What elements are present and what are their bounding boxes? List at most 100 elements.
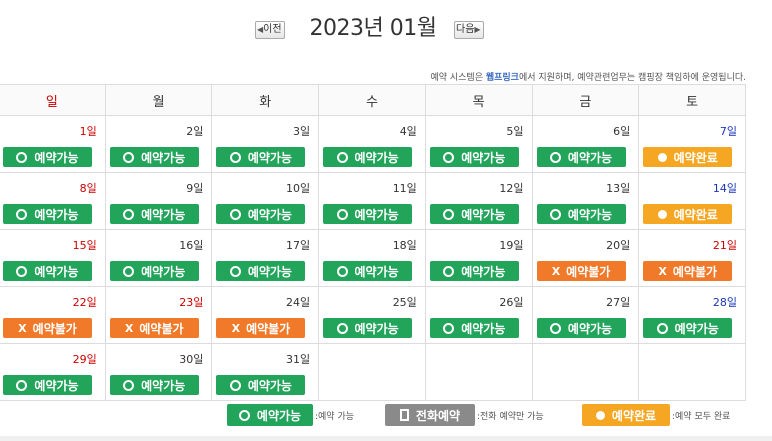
- reservation-status-button[interactable]: 예약가능: [3, 375, 92, 395]
- legend-phone-text: :전화 예약만 가능: [477, 412, 544, 422]
- status-label: 예약가능: [461, 321, 506, 336]
- day-number: 25일: [392, 296, 417, 309]
- circle-icon: [336, 322, 348, 334]
- reservation-status-button[interactable]: 예약가능: [109, 375, 199, 395]
- status-label: 예약가능: [567, 150, 613, 165]
- x-icon: X: [551, 264, 561, 278]
- day-number: 14일: [712, 182, 737, 195]
- reservation-status-button[interactable]: 예약가능: [109, 204, 199, 224]
- circle-icon: [123, 208, 135, 220]
- prev-month-label: 이전: [263, 24, 282, 35]
- day-number: 11일: [392, 182, 417, 195]
- status-label: 예약완료: [673, 207, 718, 222]
- reservation-status-button[interactable]: X 예약불가: [216, 318, 306, 338]
- x-icon: X: [124, 321, 134, 335]
- calendar-week-row: 15일 예약가능 16일 예약가능 17일 예약가능 18일 예약가능 19일 예약가능 20일 X 예…: [0, 229, 746, 287]
- calendar-empty-cell: [424, 343, 533, 401]
- reservation-status-button[interactable]: 예약가능: [3, 204, 92, 224]
- reservation-status-button[interactable]: 예약가능: [109, 147, 199, 167]
- reservation-status-button[interactable]: 예약가능: [536, 204, 626, 224]
- circle-icon: [16, 208, 28, 220]
- reservation-status-button[interactable]: 예약가능: [429, 318, 519, 338]
- reservation-status-button[interactable]: X 예약불가: [109, 318, 199, 338]
- weekday-header: 일: [0, 84, 106, 116]
- day-number: 18일: [392, 239, 417, 252]
- weekday-header: 목: [424, 84, 533, 116]
- calendar-day-cell: 16일 예약가능: [104, 229, 213, 287]
- circle-icon: [16, 379, 28, 391]
- calendar-empty-cell: [531, 343, 640, 401]
- next-month-label: 다음: [456, 24, 475, 35]
- circle-icon: [443, 208, 455, 220]
- day-number: 15일: [72, 239, 97, 252]
- reservation-status-button[interactable]: 예약가능: [216, 375, 306, 395]
- system-notice: 예약 시스템은 웹프링크에서 지원하며, 예약관련업무는 캠핑장 책임하에 운영…: [430, 70, 746, 83]
- status-label: 예약불가: [139, 321, 184, 336]
- reservation-status-button[interactable]: 예약가능: [536, 318, 626, 338]
- x-icon: X: [18, 321, 27, 335]
- circle-icon: [443, 265, 455, 277]
- day-number: 22일: [72, 296, 97, 309]
- circle-icon: [336, 208, 348, 220]
- reservation-status-button[interactable]: 예약가능: [643, 318, 733, 338]
- calendar-day-cell: 18일예약가능: [318, 229, 426, 287]
- reservation-status-button[interactable]: 예약가능: [216, 261, 306, 281]
- calendar-day-cell: 19일예약가능: [424, 229, 533, 287]
- calendar-day-cell: 28일예약가능: [638, 286, 746, 344]
- calendar-body: 1일 예약가능 2일 예약가능 3일 예약가능 4일 예약가능 5일 예약가능 6일 예약가능 7일 예약…: [0, 115, 746, 401]
- notice-brand-link[interactable]: 웹프링크: [486, 73, 519, 83]
- reservation-status-button[interactable]: 예약가능: [3, 147, 92, 167]
- calendar-day-cell: 23일 X 예약불가: [104, 286, 213, 344]
- reservation-status-button[interactable]: 예약가능: [429, 261, 519, 281]
- status-label: 예약가능: [461, 264, 506, 279]
- calendar-day-cell: 4일 예약가능: [318, 115, 426, 173]
- calendar-day-cell: 1일 예약가능: [0, 115, 106, 173]
- calendar-day-cell: 17일 예약가능: [211, 229, 320, 287]
- day-number: 19일: [499, 239, 524, 252]
- reservation-status-button[interactable]: 예약가능: [536, 147, 626, 167]
- legend-done-text: :예약 모두 완료: [672, 412, 731, 422]
- day-number: 28일: [712, 296, 737, 309]
- calendar-day-cell: 2일 예약가능: [104, 115, 213, 173]
- weekday-header: 월: [104, 84, 213, 116]
- circle-icon: [229, 208, 241, 220]
- next-month-button[interactable]: 다음▶: [454, 21, 484, 39]
- day-number: 3일: [292, 125, 311, 138]
- weekday-header-row: 일 월 화 수 목 금 토: [0, 84, 746, 116]
- circle-icon: [656, 322, 668, 334]
- status-label: 예약불가: [246, 321, 291, 336]
- legend-available-text: :예약 가능: [315, 412, 355, 422]
- calendar-day-cell: 30일 예약가능: [104, 343, 213, 401]
- month-title: 2023년 01월: [309, 16, 437, 41]
- status-label: 예약가능: [354, 207, 399, 222]
- reservation-status-button[interactable]: 예약가능: [109, 261, 199, 281]
- circle-icon: [229, 379, 241, 391]
- calendar-week-row: 22일 X 예약불가 23일 X 예약불가 24일 X 예약불가 25일 예약가능 26일 예약가능 27…: [0, 286, 746, 344]
- reservation-status-button[interactable]: 예약가능: [429, 147, 519, 167]
- reservation-status-button[interactable]: 예약가능: [323, 147, 413, 167]
- calendar-day-cell: 7일 예약완료: [638, 115, 746, 173]
- day-number: 6일: [613, 125, 631, 138]
- day-number: 31일: [285, 353, 311, 366]
- status-label: 예약가능: [141, 378, 186, 393]
- reservation-status-button[interactable]: X 예약불가: [643, 261, 733, 281]
- reservation-status-button[interactable]: 예약완료: [643, 204, 733, 224]
- circle-icon: [123, 265, 135, 277]
- reservation-status-button[interactable]: X 예약불가: [3, 318, 92, 338]
- status-label: 예약가능: [34, 264, 79, 279]
- weekday-header: 수: [318, 84, 426, 116]
- reservation-status-button[interactable]: 예약가능: [323, 318, 413, 338]
- reservation-status-button[interactable]: 예약가능: [323, 261, 413, 281]
- reservation-status-button[interactable]: 예약가능: [323, 204, 413, 224]
- day-number: 20일: [606, 239, 631, 252]
- reservation-status-button[interactable]: X 예약불가: [536, 261, 626, 281]
- status-label: 예약불가: [672, 264, 718, 279]
- reservation-status-button[interactable]: 예약가능: [216, 204, 306, 224]
- day-number: 29일: [72, 353, 97, 366]
- reservation-status-button[interactable]: 예약가능: [3, 261, 92, 281]
- reservation-status-button[interactable]: 예약가능: [216, 147, 306, 167]
- reservation-status-button[interactable]: 예약완료: [643, 147, 733, 167]
- prev-month-button[interactable]: ◀이전: [255, 21, 285, 39]
- calendar-day-cell: 3일예약가능: [211, 115, 320, 173]
- reservation-status-button[interactable]: 예약가능: [429, 204, 519, 224]
